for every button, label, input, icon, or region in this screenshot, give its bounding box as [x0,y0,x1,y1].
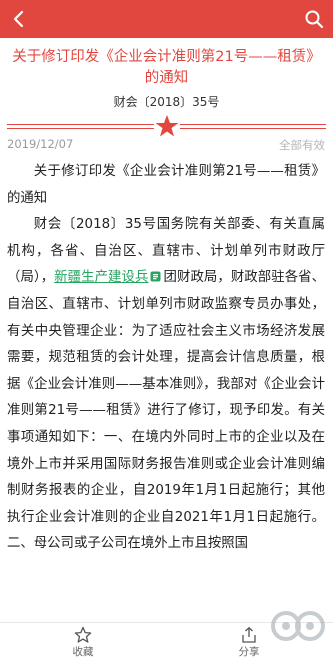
favorite-label: 收藏 [72,646,94,658]
document-page: 关于修订印发《企业会计准则第21号——租赁》的通知 财会〔2018〕35号 20… [0,0,333,661]
validity-status: 全部有效 [279,138,325,152]
document-body: 关于修订印发《企业会计准则第21号——租赁》的通知 财会〔2018〕35号国务院… [7,159,325,558]
search-icon [305,10,324,29]
share-label: 分享 [238,646,260,658]
document-number: 财会〔2018〕35号 [113,95,220,109]
watermark-logo [271,611,325,641]
star-outline-icon [74,626,92,643]
chevron-left-icon [13,10,24,28]
document-title: 关于修订印发《企业会计准则第21号——租赁》的通知 [12,49,321,86]
body-paragraph-main: 财会〔2018〕35号国务院有关部委、有关直属机构，各省、自治区、直辖市、计划单… [7,212,325,558]
share-icon [242,626,256,643]
body-paragraph-title: 关于修订印发《企业会计准则第21号——租赁》的通知 [7,164,325,206]
search-button[interactable] [295,0,333,38]
favorite-button[interactable]: 收藏 [53,626,113,659]
body-text-part: 团财政局，财政部驻各省、自治区、直辖市、计划单列市财政监察专员办事处，有关中央管… [7,270,326,552]
entity-link[interactable]: 新疆生产建设兵 [54,270,148,285]
company-icon[interactable] [150,271,161,282]
publish-date: 2019/12/07 [7,137,74,151]
top-bar [0,0,333,38]
back-button[interactable] [0,0,38,38]
star-icon [154,114,180,138]
